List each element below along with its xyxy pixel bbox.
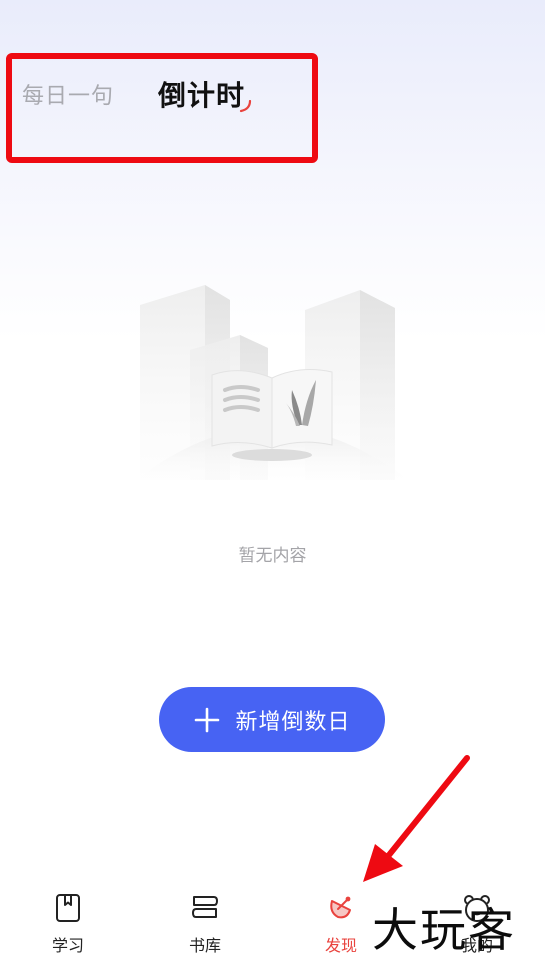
- empty-state-message: 暂无内容: [238, 546, 307, 566]
- nav-label-discover: 发现: [324, 936, 357, 955]
- nav-item-mine[interactable]: 我的: [432, 880, 522, 970]
- add-countdown-button[interactable]: 新增倒数日: [159, 687, 385, 752]
- add-countdown-label: 新增倒数日: [235, 709, 351, 735]
- bear-face-icon: [464, 895, 490, 922]
- nav-label-library: 书库: [188, 936, 221, 955]
- bottom-nav: 学习 书库 发现 我的: [0, 880, 545, 970]
- nav-item-study[interactable]: 学习: [23, 880, 113, 970]
- nav-label-mine: 我的: [460, 936, 493, 955]
- stacked-books-icon: [191, 896, 219, 918]
- satellite-dish-icon: [330, 896, 351, 919]
- plus-icon: [195, 707, 220, 732]
- empty-state-illustration: [130, 285, 415, 485]
- annotation-arrow: [363, 755, 470, 882]
- book-icon: [56, 894, 80, 922]
- annotation-highlight-box: [6, 53, 318, 163]
- nav-item-library[interactable]: 书库: [160, 880, 250, 970]
- nav-item-discover[interactable]: 发现: [296, 880, 386, 970]
- nav-label-study: 学习: [51, 936, 84, 955]
